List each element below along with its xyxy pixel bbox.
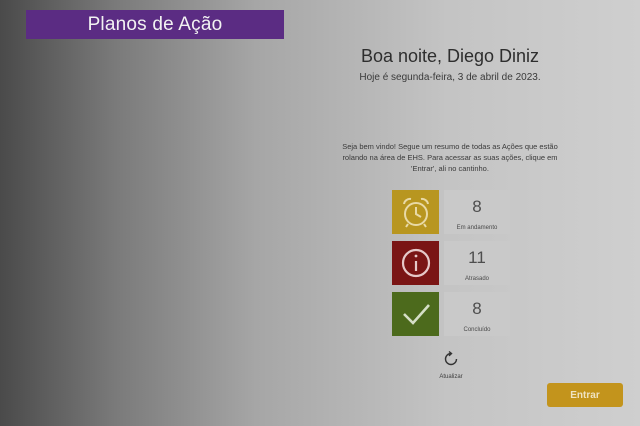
stat-count: 11 [468,248,486,267]
stat-label: Atrasado [464,276,489,282]
greeting-text: Boa noite, Diego Diniz [360,46,540,66]
stat-in-progress: 8 Em andamento [392,190,510,234]
stat-count: 8 [472,299,482,318]
page-title-text: Planos de Ação [87,13,223,35]
stat-count-box: 8 Em andamento [444,190,510,234]
refresh-icon [444,350,458,366]
alarm-clock-icon [392,190,439,234]
info-circle-icon [392,241,439,285]
refresh-button[interactable]: Atualizar [430,350,472,380]
enter-button[interactable]: Entrar [547,383,623,407]
stat-count-box: 8 Concluído [444,292,510,336]
stat-label: Em andamento [456,225,498,231]
stat-count-box: 11 Atrasado [444,241,510,285]
stat-overdue: 11 Atrasado [392,241,510,285]
page-title: Planos de Ação [26,10,284,39]
stat-label: Concluído [463,327,491,333]
date-text: Hoje é segunda-feira, 3 de abril de 2023… [359,72,541,83]
stat-completed: 8 Concluído [392,292,510,336]
stat-count: 8 [472,197,482,216]
refresh-label: Atualizar [439,374,463,380]
welcome-message: Seja bem vindo! Segue um resumo de todas… [342,142,558,173]
checkmark-icon [392,292,439,336]
